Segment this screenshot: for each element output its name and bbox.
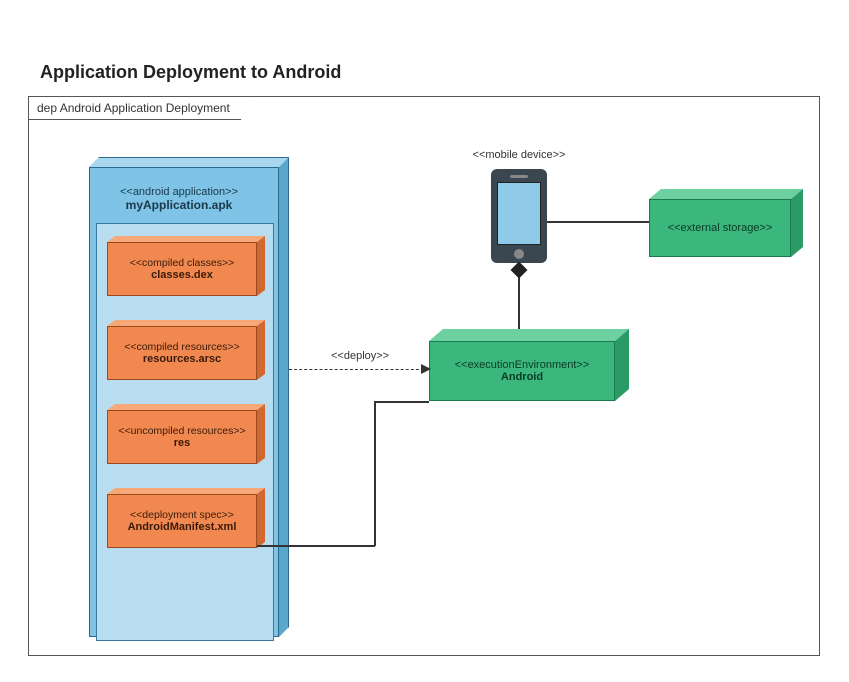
apk-side-face bbox=[279, 157, 289, 637]
android-stereotype: <<executionEnvironment>> bbox=[455, 359, 590, 371]
artifact-stereotype: <<deployment spec>> bbox=[130, 509, 234, 521]
manifest-link-v bbox=[374, 401, 376, 546]
apk-front-face: <<android application>> myApplication.ap… bbox=[89, 167, 279, 637]
apk-body: <<compiled classes>> classes.dex <<compi… bbox=[96, 223, 274, 641]
deploy-dependency bbox=[289, 369, 429, 370]
device-stereotype: <<mobile device>> bbox=[459, 149, 579, 161]
apk-name: myApplication.apk bbox=[96, 198, 262, 212]
artifact-stereotype: <<compiled resources>> bbox=[124, 341, 240, 353]
artifact-name: AndroidManifest.xml bbox=[128, 521, 237, 533]
mobile-device-icon bbox=[491, 169, 547, 263]
device-android-link bbox=[518, 273, 520, 329]
deploy-arrowhead-icon bbox=[421, 364, 431, 374]
diagram-title: Application Deployment to Android bbox=[40, 62, 341, 83]
manifest-link-h2 bbox=[374, 401, 429, 403]
artifact-name: resources.arsc bbox=[143, 353, 221, 365]
composition-diamond-icon bbox=[511, 262, 528, 279]
deploy-label: <<deploy>> bbox=[331, 350, 389, 362]
artifact-resources-arsc: <<compiled resources>> resources.arsc bbox=[107, 320, 265, 380]
artifact-stereotype: <<uncompiled resources>> bbox=[118, 425, 245, 437]
device-screen bbox=[497, 182, 541, 245]
manifest-link-h bbox=[257, 545, 375, 547]
artifact-name: classes.dex bbox=[151, 269, 213, 281]
artifact-stereotype: <<compiled classes>> bbox=[130, 257, 234, 269]
android-name: Android bbox=[501, 371, 543, 383]
frame-label: dep Android Application Deployment bbox=[28, 96, 253, 120]
artifact-manifest: <<deployment spec>> AndroidManifest.xml bbox=[107, 488, 265, 548]
apk-top-face bbox=[89, 157, 289, 167]
storage-stereotype: <<external storage>> bbox=[668, 222, 773, 234]
artifact-res: <<uncompiled resources>> res bbox=[107, 404, 265, 464]
external-storage-node: <<external storage>> bbox=[649, 189, 803, 257]
apk-header: <<android application>> myApplication.ap… bbox=[96, 186, 262, 212]
apk-node: <<android application>> myApplication.ap… bbox=[89, 157, 289, 637]
device-speaker bbox=[510, 175, 528, 178]
artifact-classes-dex: <<compiled classes>> classes.dex bbox=[107, 236, 265, 296]
diagram-frame: dep Android Application Deployment <<and… bbox=[28, 96, 820, 656]
artifact-name: res bbox=[174, 437, 191, 449]
apk-stereotype: <<android application>> bbox=[96, 186, 262, 198]
device-storage-link bbox=[547, 221, 649, 223]
device-home-button bbox=[514, 249, 524, 259]
android-node: <<executionEnvironment>> Android bbox=[429, 329, 629, 401]
